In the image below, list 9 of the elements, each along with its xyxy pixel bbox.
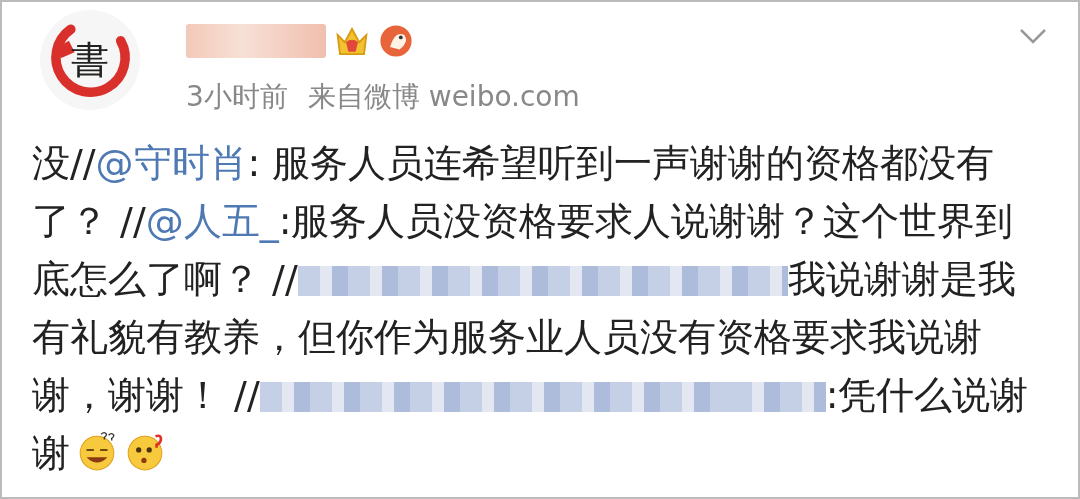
post-source: 来自微博 weibo.com	[307, 79, 580, 115]
avatar[interactable]: 書	[40, 10, 140, 110]
post-time: 3小时前	[186, 79, 288, 115]
logo-character: 書	[71, 36, 109, 84]
mention-link[interactable]: @人五_	[145, 199, 279, 243]
bird-badge-icon	[378, 23, 414, 59]
mention-link[interactable]: @守时肖	[95, 141, 248, 185]
post-text: 没//@守时肖: 服务人员连希望听到一声谢谢的资格都没有了？ //@人五_:服务人员没资格要求人说谢谢？这个世界到底怎么了啊？ // 我说谢谢是我有礼貌有教养，但你作为服务业人员没有资格要求我说谢谢，谢谢！ // :凭什么说谢谢	[32, 140, 1030, 477]
chevron-down-icon[interactable]	[1018, 26, 1048, 46]
